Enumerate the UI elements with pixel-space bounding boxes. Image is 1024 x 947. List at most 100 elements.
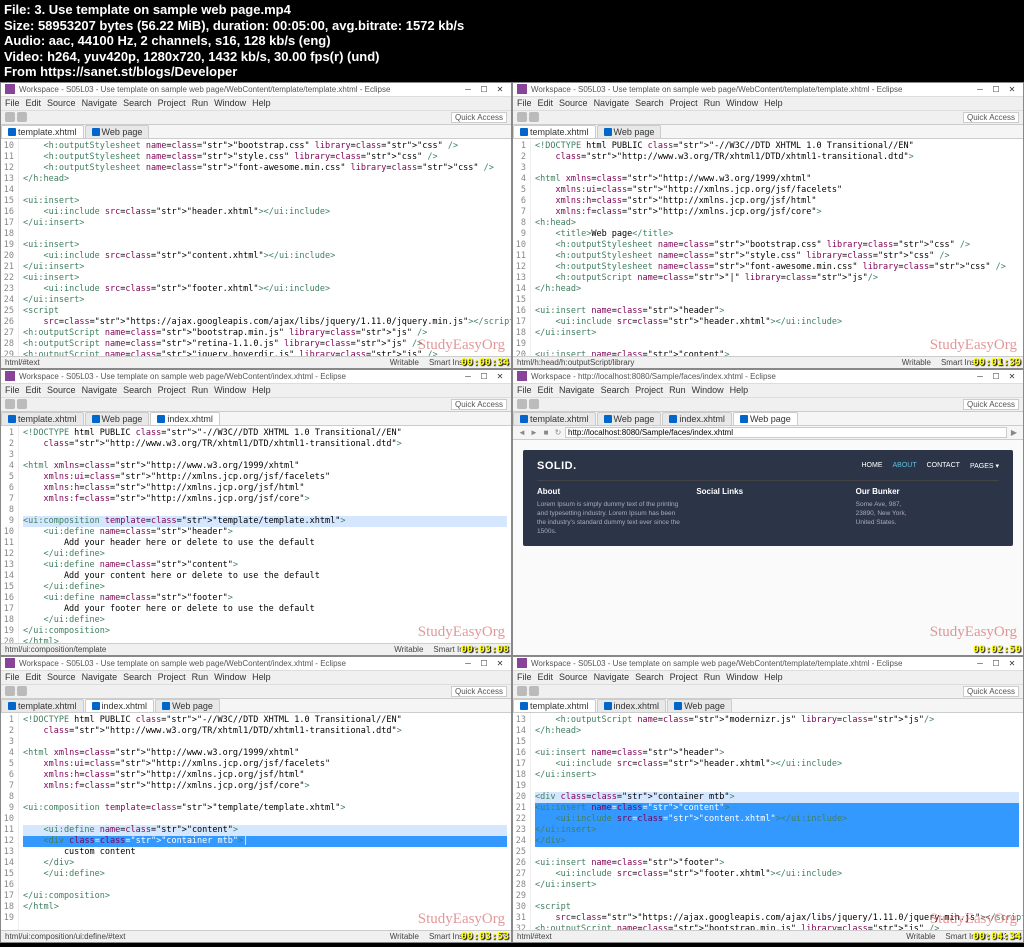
code-area[interactable]: <!DOCTYPE html PUBLIC class="str">"-//W3… [531,139,1023,356]
menu-project[interactable]: Project [158,98,186,108]
menu-source[interactable]: Source [47,98,76,108]
toolbar-icon[interactable] [529,112,539,122]
editor-tab[interactable]: template.xhtml [513,412,596,425]
menu-search[interactable]: Search [601,385,630,395]
editor-tab[interactable]: template.xhtml [513,125,596,138]
editor-tab[interactable]: Web page [155,699,220,712]
menu-help[interactable]: Help [252,98,271,108]
minimize-button[interactable]: ─ [461,84,475,94]
close-button[interactable]: ✕ [493,84,507,94]
menu-window[interactable]: Window [726,672,758,682]
menu-run[interactable]: Run [192,98,209,108]
menu-search[interactable]: Search [635,672,664,682]
close-button[interactable]: ✕ [493,371,507,381]
maximize-button[interactable]: ☐ [477,84,491,94]
minimize-button[interactable]: ─ [461,658,475,668]
menu-project[interactable]: Project [635,385,663,395]
maximize-button[interactable]: ☐ [989,658,1003,668]
editor-tab[interactable]: index.xhtml [85,699,155,712]
code-editor[interactable]: 12345678910111213141516171819 <!DOCTYPE … [1,713,511,930]
menu-edit[interactable]: Edit [26,385,42,395]
editor-tab[interactable]: Web page [85,125,150,138]
menu-navigate[interactable]: Navigate [594,98,630,108]
menu-help[interactable]: Help [764,98,783,108]
menu-run[interactable]: Run [192,385,209,395]
menu-project[interactable]: Project [670,98,698,108]
menu-help[interactable]: Help [252,672,271,682]
menu-source[interactable]: Source [559,672,588,682]
code-editor[interactable]: 1234567891011121314151617181920212223 <!… [513,139,1023,356]
editor-tab[interactable]: index.xhtml [150,412,220,425]
menu-file[interactable]: File [517,385,532,395]
maximize-button[interactable]: ☐ [477,371,491,381]
toolbar-icon[interactable] [5,686,15,696]
menu-navigate[interactable]: Navigate [594,672,630,682]
editor-tab[interactable]: Web page [733,412,798,425]
close-button[interactable]: ✕ [493,658,507,668]
menu-edit[interactable]: Edit [538,98,554,108]
close-button[interactable]: ✕ [1005,371,1019,381]
nav-link[interactable]: ABOUT [893,462,917,470]
editor-tab[interactable]: template.xhtml [1,412,84,425]
code-area[interactable]: <!DOCTYPE html PUBLIC class="str">"-//W3… [19,713,511,930]
minimize-button[interactable]: ─ [973,84,987,94]
menu-edit[interactable]: Edit [538,385,554,395]
minimize-button[interactable]: ─ [461,371,475,381]
quick-access[interactable]: Quick Access [451,112,507,123]
menu-window[interactable]: Window [692,385,724,395]
menu-window[interactable]: Window [214,385,246,395]
menu-navigate[interactable]: Navigate [82,98,118,108]
refresh-icon[interactable]: ↻ [553,427,563,437]
toolbar-icon[interactable] [529,686,539,696]
menu-window[interactable]: Window [214,98,246,108]
menu-source[interactable]: Source [559,98,588,108]
menu-file[interactable]: File [517,672,532,682]
quick-access[interactable]: Quick Access [963,399,1019,410]
stop-icon[interactable]: ■ [541,427,551,437]
quick-access[interactable]: Quick Access [451,686,507,697]
editor-tab[interactable]: index.xhtml [662,412,732,425]
menu-navigate[interactable]: Navigate [559,385,595,395]
editor-tab[interactable]: template.xhtml [1,125,84,138]
editor-tab[interactable]: Web page [597,125,662,138]
toolbar-icon[interactable] [517,112,527,122]
code-editor[interactable]: 1314151617181920212223242526272829303132… [513,713,1023,930]
code-editor[interactable]: 1234567891011121314151617181920 <!DOCTYP… [1,426,511,643]
quick-access[interactable]: Quick Access [451,399,507,410]
menu-run[interactable]: Run [704,98,721,108]
maximize-button[interactable]: ☐ [989,371,1003,381]
menu-source[interactable]: Source [47,385,76,395]
toolbar-icon[interactable] [529,399,539,409]
nav-link[interactable]: CONTACT [927,462,960,470]
code-area[interactable]: <h:outputScript name=class="str">"modern… [531,713,1023,930]
menu-edit[interactable]: Edit [26,98,42,108]
menu-search[interactable]: Search [635,98,664,108]
nav-link[interactable]: PAGES ▾ [970,462,999,470]
close-button[interactable]: ✕ [1005,658,1019,668]
menu-file[interactable]: File [517,98,532,108]
menu-file[interactable]: File [5,385,20,395]
menu-project[interactable]: Project [158,672,186,682]
editor-tab[interactable]: template.xhtml [1,699,84,712]
toolbar-icon[interactable] [17,686,27,696]
menu-edit[interactable]: Edit [26,672,42,682]
menu-run[interactable]: Run [669,385,686,395]
browser-viewport[interactable]: SOLID. HOMEABOUTCONTACTPAGES ▾ AboutLore… [513,440,1023,655]
maximize-button[interactable]: ☐ [477,658,491,668]
code-area[interactable]: <!DOCTYPE html PUBLIC class="str">"-//W3… [19,426,511,643]
menu-help[interactable]: Help [764,672,783,682]
menu-file[interactable]: File [5,672,20,682]
code-editor[interactable]: 1011121314151617181920212223242526272829… [1,139,511,356]
nav-link[interactable]: HOME [862,462,883,470]
minimize-button[interactable]: ─ [973,371,987,381]
menu-navigate[interactable]: Navigate [82,385,118,395]
quick-access[interactable]: Quick Access [963,112,1019,123]
quick-access[interactable]: Quick Access [963,686,1019,697]
menu-run[interactable]: Run [192,672,209,682]
forward-icon[interactable]: ► [529,427,539,437]
back-icon[interactable]: ◄ [517,427,527,437]
menu-help[interactable]: Help [730,385,749,395]
menu-help[interactable]: Help [252,385,271,395]
editor-tab[interactable]: Web page [667,699,732,712]
menu-window[interactable]: Window [214,672,246,682]
